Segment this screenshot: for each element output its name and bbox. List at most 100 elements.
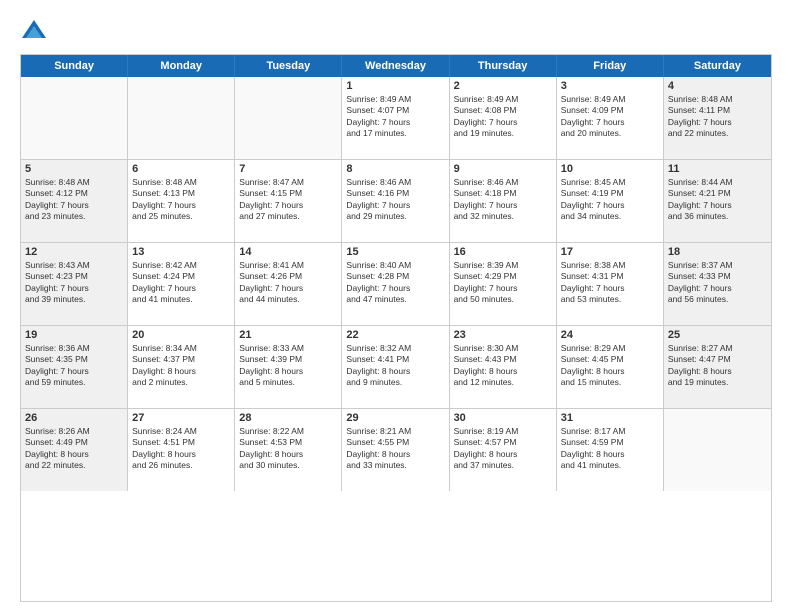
cell-text: Sunrise: 8:38 AM Sunset: 4:31 PM Dayligh… [561, 260, 659, 306]
cell-text: Sunrise: 8:22 AM Sunset: 4:53 PM Dayligh… [239, 426, 337, 472]
weekday-header: Saturday [664, 55, 771, 77]
cell-text: Sunrise: 8:47 AM Sunset: 4:15 PM Dayligh… [239, 177, 337, 223]
cell-text: Sunrise: 8:42 AM Sunset: 4:24 PM Dayligh… [132, 260, 230, 306]
day-number: 27 [132, 412, 230, 424]
day-number: 18 [668, 246, 767, 258]
calendar-cell: 6 Sunrise: 8:48 AM Sunset: 4:13 PM Daylig… [128, 160, 235, 242]
calendar-cell: 17 Sunrise: 8:38 AM Sunset: 4:31 PM Dayli… [557, 243, 664, 325]
day-number: 8 [346, 163, 444, 175]
cell-text: Sunrise: 8:27 AM Sunset: 4:47 PM Dayligh… [668, 343, 767, 389]
calendar-body: 1Sunrise: 8:49 AM Sunset: 4:07 PM Daylig… [21, 77, 771, 491]
cell-text: Sunrise: 8:36 AM Sunset: 4:35 PM Dayligh… [25, 343, 123, 389]
day-number: 28 [239, 412, 337, 424]
day-number: 2 [454, 80, 552, 92]
cell-text: Sunrise: 8:49 AM Sunset: 4:09 PM Dayligh… [561, 94, 659, 140]
cell-text: Sunrise: 8:26 AM Sunset: 4:49 PM Dayligh… [25, 426, 123, 472]
cell-text: Sunrise: 8:24 AM Sunset: 4:51 PM Dayligh… [132, 426, 230, 472]
day-number: 24 [561, 329, 659, 341]
calendar-week: 12 Sunrise: 8:43 AM Sunset: 4:23 PM Dayli… [21, 243, 771, 326]
cell-text: Sunrise: 8:37 AM Sunset: 4:33 PM Dayligh… [668, 260, 767, 306]
day-number: 19 [25, 329, 123, 341]
day-number: 15 [346, 246, 444, 258]
calendar-cell: 7 Sunrise: 8:47 AM Sunset: 4:15 PM Daylig… [235, 160, 342, 242]
cell-text: Sunrise: 8:17 AM Sunset: 4:59 PM Dayligh… [561, 426, 659, 472]
logo-icon [20, 16, 48, 44]
calendar-cell: 22 Sunrise: 8:32 AM Sunset: 4:41 PM Dayli… [342, 326, 449, 408]
cell-text: Sunrise: 8:45 AM Sunset: 4:19 PM Dayligh… [561, 177, 659, 223]
day-number: 4 [668, 80, 767, 92]
cell-text: Sunrise: 8:29 AM Sunset: 4:45 PM Dayligh… [561, 343, 659, 389]
weekday-header: Sunday [21, 55, 128, 77]
weekday-header: Friday [557, 55, 664, 77]
cell-text: Sunrise: 8:46 AM Sunset: 4:16 PM Dayligh… [346, 177, 444, 223]
calendar-cell: 30 Sunrise: 8:19 AM Sunset: 4:57 PM Dayli… [450, 409, 557, 491]
day-number: 14 [239, 246, 337, 258]
page: SundayMondayTuesdayWednesdayThursdayFrid… [0, 0, 792, 612]
calendar-cell: 21Sunrise: 8:33 AM Sunset: 4:39 PM Dayli… [235, 326, 342, 408]
calendar-cell: 1Sunrise: 8:49 AM Sunset: 4:07 PM Daylig… [342, 77, 449, 159]
calendar-cell: 25 Sunrise: 8:27 AM Sunset: 4:47 PM Dayli… [664, 326, 771, 408]
calendar-cell: 23 Sunrise: 8:30 AM Sunset: 4:43 PM Dayli… [450, 326, 557, 408]
cell-text: Sunrise: 8:41 AM Sunset: 4:26 PM Dayligh… [239, 260, 337, 306]
cell-text: Sunrise: 8:48 AM Sunset: 4:11 PM Dayligh… [668, 94, 767, 140]
calendar-cell: 8 Sunrise: 8:46 AM Sunset: 4:16 PM Daylig… [342, 160, 449, 242]
cell-text: Sunrise: 8:48 AM Sunset: 4:12 PM Dayligh… [25, 177, 123, 223]
day-number: 3 [561, 80, 659, 92]
day-number: 29 [346, 412, 444, 424]
calendar-cell: 3 Sunrise: 8:49 AM Sunset: 4:09 PM Daylig… [557, 77, 664, 159]
calendar-cell: 12 Sunrise: 8:43 AM Sunset: 4:23 PM Dayli… [21, 243, 128, 325]
calendar-cell [21, 77, 128, 159]
day-number: 11 [668, 163, 767, 175]
calendar-cell [235, 77, 342, 159]
logo [20, 16, 52, 44]
calendar-week: 19 Sunrise: 8:36 AM Sunset: 4:35 PM Dayli… [21, 326, 771, 409]
day-number: 6 [132, 163, 230, 175]
calendar-cell: 13 Sunrise: 8:42 AM Sunset: 4:24 PM Dayli… [128, 243, 235, 325]
day-number: 30 [454, 412, 552, 424]
calendar-cell [664, 409, 771, 491]
calendar-cell [128, 77, 235, 159]
cell-text: Sunrise: 8:49 AM Sunset: 4:07 PM Dayligh… [346, 94, 444, 140]
cell-text: Sunrise: 8:34 AM Sunset: 4:37 PM Dayligh… [132, 343, 230, 389]
calendar-week: 26Sunrise: 8:26 AM Sunset: 4:49 PM Dayli… [21, 409, 771, 491]
day-number: 25 [668, 329, 767, 341]
cell-text: Sunrise: 8:32 AM Sunset: 4:41 PM Dayligh… [346, 343, 444, 389]
cell-text: Sunrise: 8:21 AM Sunset: 4:55 PM Dayligh… [346, 426, 444, 472]
calendar-cell: 16Sunrise: 8:39 AM Sunset: 4:29 PM Dayli… [450, 243, 557, 325]
calendar-cell: 14 Sunrise: 8:41 AM Sunset: 4:26 PM Dayli… [235, 243, 342, 325]
day-number: 23 [454, 329, 552, 341]
cell-text: Sunrise: 8:49 AM Sunset: 4:08 PM Dayligh… [454, 94, 552, 140]
cell-text: Sunrise: 8:30 AM Sunset: 4:43 PM Dayligh… [454, 343, 552, 389]
day-number: 17 [561, 246, 659, 258]
cell-text: Sunrise: 8:43 AM Sunset: 4:23 PM Dayligh… [25, 260, 123, 306]
calendar-cell: 27 Sunrise: 8:24 AM Sunset: 4:51 PM Dayli… [128, 409, 235, 491]
cell-text: Sunrise: 8:48 AM Sunset: 4:13 PM Dayligh… [132, 177, 230, 223]
day-number: 20 [132, 329, 230, 341]
day-number: 5 [25, 163, 123, 175]
calendar-cell: 2 Sunrise: 8:49 AM Sunset: 4:08 PM Daylig… [450, 77, 557, 159]
cell-text: Sunrise: 8:19 AM Sunset: 4:57 PM Dayligh… [454, 426, 552, 472]
cell-text: Sunrise: 8:46 AM Sunset: 4:18 PM Dayligh… [454, 177, 552, 223]
calendar-cell: 9 Sunrise: 8:46 AM Sunset: 4:18 PM Daylig… [450, 160, 557, 242]
day-number: 7 [239, 163, 337, 175]
day-number: 21 [239, 329, 337, 341]
day-number: 31 [561, 412, 659, 424]
calendar-cell: 29 Sunrise: 8:21 AM Sunset: 4:55 PM Dayli… [342, 409, 449, 491]
day-number: 22 [346, 329, 444, 341]
calendar-cell: 28 Sunrise: 8:22 AM Sunset: 4:53 PM Dayli… [235, 409, 342, 491]
weekday-header: Tuesday [235, 55, 342, 77]
calendar-cell: 20 Sunrise: 8:34 AM Sunset: 4:37 PM Dayli… [128, 326, 235, 408]
calendar-cell: 31 Sunrise: 8:17 AM Sunset: 4:59 PM Dayli… [557, 409, 664, 491]
calendar-cell: 24 Sunrise: 8:29 AM Sunset: 4:45 PM Dayli… [557, 326, 664, 408]
header [20, 16, 772, 44]
cell-text: Sunrise: 8:44 AM Sunset: 4:21 PM Dayligh… [668, 177, 767, 223]
calendar: SundayMondayTuesdayWednesdayThursdayFrid… [20, 54, 772, 602]
day-number: 10 [561, 163, 659, 175]
calendar-cell: 4 Sunrise: 8:48 AM Sunset: 4:11 PM Daylig… [664, 77, 771, 159]
weekday-header: Thursday [450, 55, 557, 77]
day-number: 12 [25, 246, 123, 258]
weekday-header: Monday [128, 55, 235, 77]
weekday-header: Wednesday [342, 55, 449, 77]
day-number: 13 [132, 246, 230, 258]
day-number: 9 [454, 163, 552, 175]
